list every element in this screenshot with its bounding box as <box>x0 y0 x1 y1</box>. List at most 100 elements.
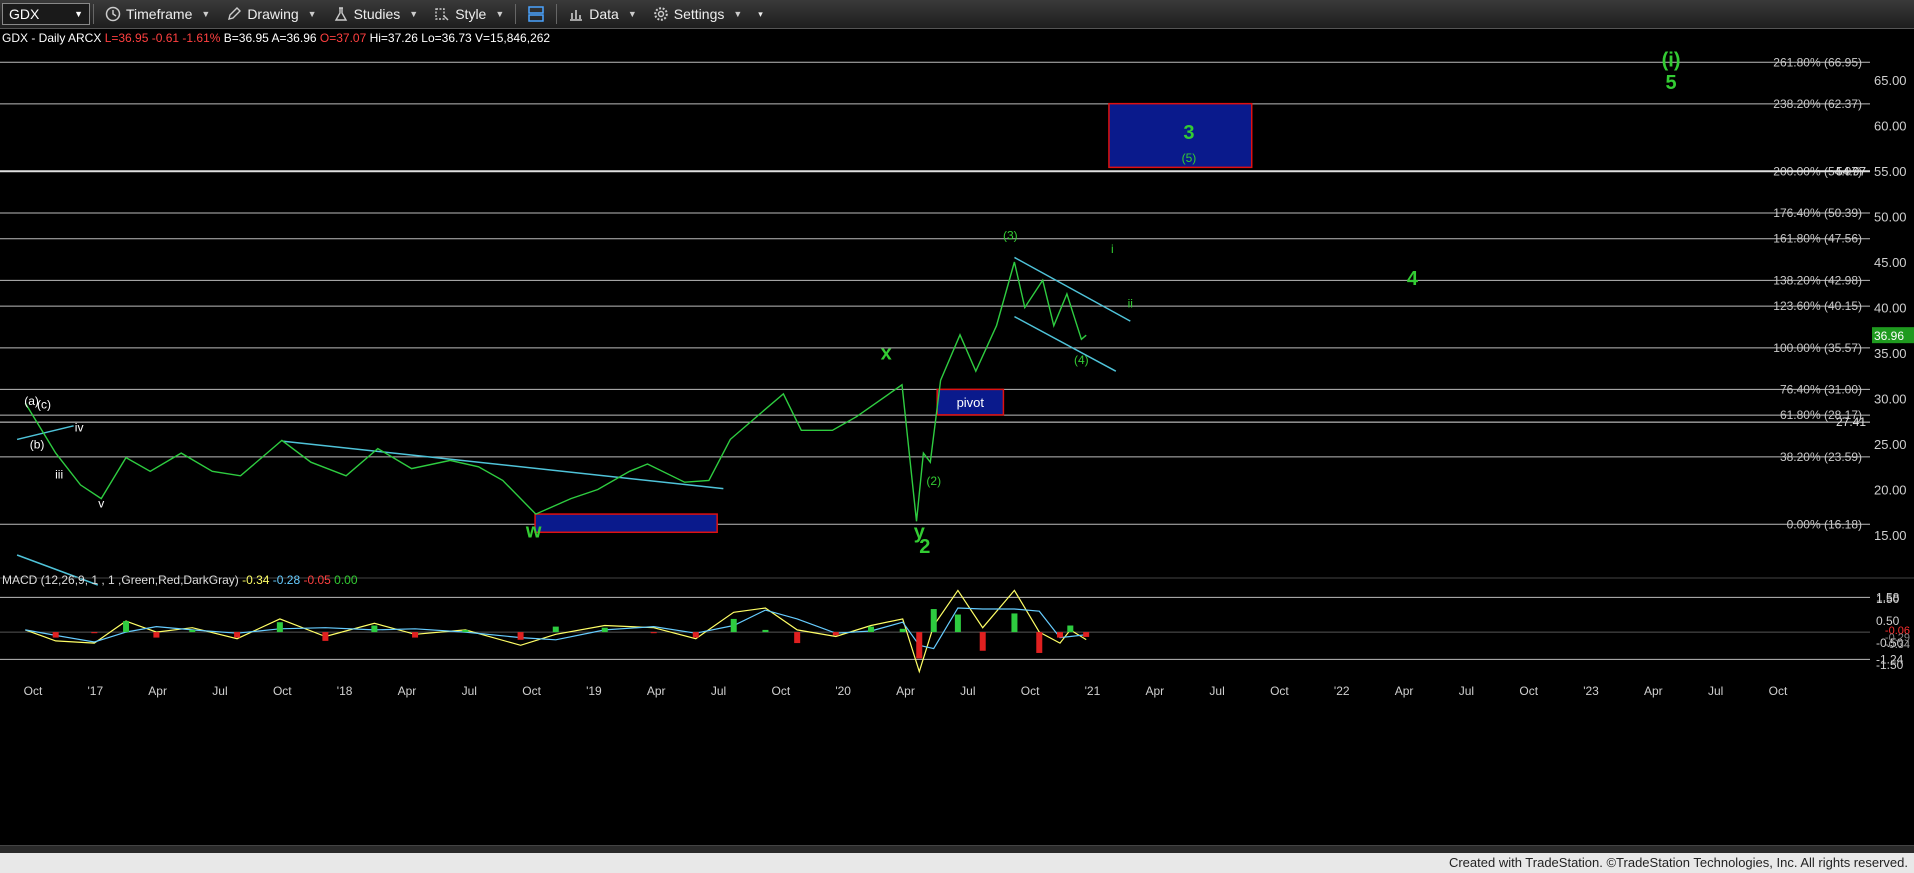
layout-button[interactable] <box>519 0 553 28</box>
macd-histogram-bar <box>123 621 130 633</box>
toolbar-divider <box>515 4 517 24</box>
fib-level-label: 161.80% (47.56) <box>1773 232 1862 246</box>
bar-chart-icon <box>570 10 583 21</box>
macd-histogram-bar <box>234 632 241 638</box>
layout-icon <box>528 6 545 22</box>
wave-label: i <box>1111 242 1114 256</box>
time-axis-tick-label: Oct <box>273 684 292 698</box>
toolbar-divider <box>556 4 558 24</box>
fib-level-label: 0.00% (16.18) <box>1787 517 1862 531</box>
horizontal-level-label: 54.97 <box>1836 164 1866 178</box>
macd-histogram-bar <box>954 614 961 633</box>
macd-header: MACD (12,26,9, 1 , 1 ,Green,Red,DarkGray… <box>2 573 358 587</box>
wave-label: (2) <box>926 474 941 488</box>
price-axis-tick-label: 55.00 <box>1874 164 1907 179</box>
time-axis-tick-label: Apr <box>1644 684 1663 698</box>
macd-histogram-bar <box>730 618 737 633</box>
drawing-label: Drawing <box>247 6 299 22</box>
macd-histogram-bar <box>371 625 378 633</box>
gear-icon <box>653 7 668 21</box>
timeframe-button[interactable]: Timeframe ▼ <box>97 0 218 28</box>
wave-label: (5) <box>1182 151 1197 165</box>
macd-histogram-bar <box>832 632 839 636</box>
symbol-value: GDX <box>9 6 40 22</box>
time-axis-tick-label: '20 <box>835 684 851 698</box>
time-axis-tick-label: Apr <box>398 684 417 698</box>
data-button[interactable]: Data ▼ <box>560 0 645 28</box>
macd-histogram-bar <box>1056 632 1063 638</box>
overflow-button[interactable]: ▾ <box>750 0 771 28</box>
studies-label: Studies <box>353 6 401 22</box>
time-axis-tick-label: Apr <box>647 684 666 698</box>
chevron-down-icon: ▼ <box>495 9 505 19</box>
time-axis-tick-label: '18 <box>337 684 353 698</box>
time-axis-tick-label: Jul <box>1209 684 1224 698</box>
fib-level-label: 238.20% (62.37) <box>1773 97 1862 111</box>
data-label: Data <box>589 6 619 22</box>
time-axis-tick-label: '21 <box>1085 684 1101 698</box>
chevron-down-icon: ▼ <box>409 9 419 19</box>
price-axis-tick-label: 30.00 <box>1874 392 1907 407</box>
chevron-down-icon: ▼ <box>201 9 211 19</box>
price-axis-tick-label: 40.00 <box>1874 301 1907 316</box>
chevron-down-icon: ▼ <box>74 9 83 19</box>
fib-level-label: 100.00% (35.57) <box>1773 341 1862 355</box>
fib-level-label: 123.60% (40.15) <box>1773 299 1862 313</box>
time-axis-tick-label: Apr <box>1395 684 1414 698</box>
time-axis-tick-label: Oct <box>772 684 791 698</box>
pivot-box-label: pivot <box>957 395 985 410</box>
wave-label: 3 <box>1183 122 1194 144</box>
macd-value-badge: -0.34 <box>1885 639 1910 651</box>
drawing-button[interactable]: Drawing ▼ <box>218 0 324 28</box>
time-axis-tick-label: '22 <box>1334 684 1350 698</box>
macd-histogram-bar <box>189 629 196 633</box>
studies-button[interactable]: Studies ▼ <box>325 0 427 28</box>
settings-label: Settings <box>673 6 725 22</box>
macd-histogram-bar <box>517 632 524 640</box>
time-axis-tick-label: Apr <box>148 684 167 698</box>
fib-level-label: 38.20% (23.59) <box>1780 450 1862 464</box>
wave-label: 4 <box>1407 268 1419 290</box>
macd-histogram-bar <box>412 632 419 638</box>
time-axis-tick-label: '19 <box>586 684 602 698</box>
time-axis-tick-label: Jul <box>1708 684 1723 698</box>
macd-histogram-bar <box>52 632 59 638</box>
macd-histogram-bar <box>276 622 283 633</box>
macd-axis-tick-label: 1.50 <box>1876 592 1900 606</box>
wave-label: w <box>525 521 542 543</box>
time-axis-tick-label: Jul <box>212 684 227 698</box>
pencil-icon <box>228 7 242 20</box>
horizontal-level-label: 27.41 <box>1836 415 1866 429</box>
wave-label: iv <box>75 420 84 434</box>
time-axis-tick-label: Apr <box>1145 684 1164 698</box>
price-axis-tick-label: 35.00 <box>1874 346 1907 361</box>
macd-histogram-bar <box>1036 632 1043 653</box>
macd-histogram-bar <box>916 632 923 659</box>
settings-button[interactable]: Settings ▼ <box>645 0 751 28</box>
macd-histogram-bar <box>1067 625 1074 633</box>
price-axis-tick-label: 25.00 <box>1874 437 1907 452</box>
time-axis-tick-label: Oct <box>24 684 43 698</box>
last-price-label: 36.96 <box>1874 329 1904 343</box>
macd-histogram-bar <box>692 632 699 638</box>
macd-histogram-bar <box>979 632 986 651</box>
macd-histogram-bar <box>1011 613 1018 633</box>
macd-histogram-bar <box>650 632 657 634</box>
chart-toolbar: GDX ▼ Timeframe ▼ Drawing ▼ Studies ▼ St… <box>0 0 1914 29</box>
macd-histogram-bar <box>899 628 906 633</box>
fib-level-label: 261.80% (66.95) <box>1773 55 1862 69</box>
target-box <box>534 513 718 534</box>
symbol-dropdown[interactable]: GDX ▼ <box>2 3 90 25</box>
copyright-footer: Created with TradeStation. ©TradeStation… <box>0 853 1914 873</box>
time-axis-tick-label: Oct <box>1769 684 1788 698</box>
chart-area[interactable]: GDX - Daily ARCX L=36.95 -0.61 -1.61% B=… <box>0 28 1914 845</box>
wave-label: (4) <box>1074 353 1089 367</box>
fib-level-label: 176.40% (50.39) <box>1773 206 1862 220</box>
style-label: Style <box>455 6 487 22</box>
style-button[interactable]: Style ▼ <box>426 0 512 28</box>
macd-histogram-bar <box>867 626 874 633</box>
macd-histogram-bar <box>322 632 329 641</box>
time-axis-tick-label: Jul <box>462 684 477 698</box>
macd-histogram-bar <box>930 609 937 633</box>
time-axis-tick-label: '17 <box>88 684 104 698</box>
